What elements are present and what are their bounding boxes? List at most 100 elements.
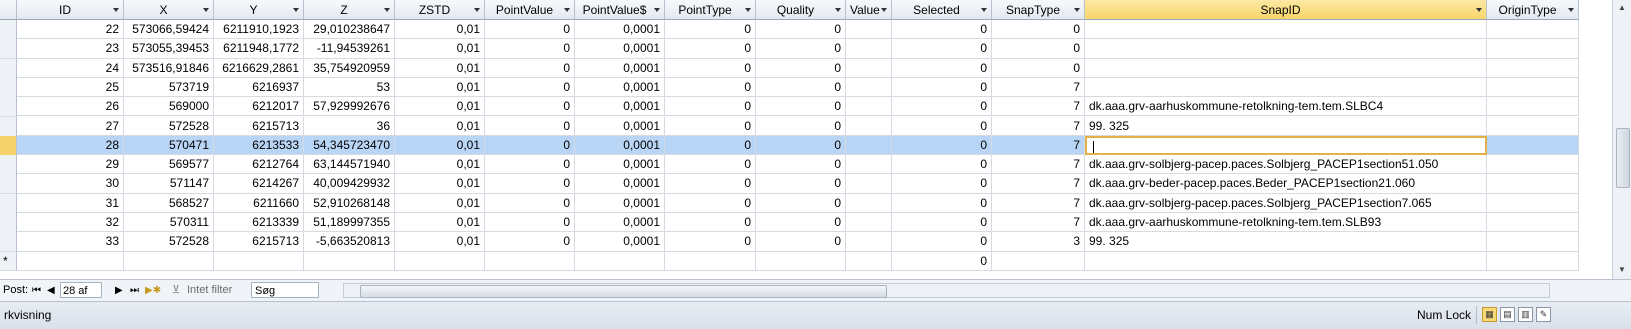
cell-x[interactable]: 573719 xyxy=(124,77,214,98)
new-cell-id[interactable] xyxy=(17,251,124,271)
cell-snaptype[interactable]: 7 xyxy=(992,116,1085,136)
cell-quality[interactable]: 0 xyxy=(756,58,846,78)
cell-x[interactable]: 573516,91846 xyxy=(124,58,214,78)
new-cell-quality[interactable] xyxy=(756,251,846,271)
datasheet-view-icon[interactable]: ▦ xyxy=(1482,307,1497,322)
row-selector[interactable] xyxy=(0,174,17,195)
cell-z[interactable]: 53 xyxy=(304,77,395,98)
cell-y[interactable]: 6211660 xyxy=(214,193,304,213)
cell-snaptype[interactable]: 7 xyxy=(992,174,1085,194)
cell-pointvalue[interactable]: 0,0001 xyxy=(575,232,665,252)
cell-y[interactable]: 6216937 xyxy=(214,77,304,98)
cell-x[interactable]: 571147 xyxy=(124,174,214,194)
cell-origintype[interactable] xyxy=(1487,39,1579,59)
column-dropdown-icon[interactable] xyxy=(1568,8,1574,12)
column-header-value[interactable]: Value xyxy=(846,0,892,20)
cell-value[interactable] xyxy=(846,116,892,136)
cell-quality[interactable]: 0 xyxy=(756,77,846,98)
cell-snaptype[interactable]: 0 xyxy=(992,39,1085,59)
cell-quality[interactable]: 0 xyxy=(756,39,846,59)
new-cell-pointvalue[interactable] xyxy=(485,251,575,271)
new-cell-x[interactable] xyxy=(124,251,214,271)
cell-value[interactable] xyxy=(846,174,892,194)
cell-selected[interactable]: 0 xyxy=(892,20,992,40)
new-cell-z[interactable] xyxy=(304,251,395,271)
cell-value[interactable] xyxy=(846,155,892,175)
pivottable-view-icon[interactable]: ▤ xyxy=(1500,307,1515,322)
cell-pointvalue[interactable]: 0 xyxy=(485,20,575,40)
cell-pointtype[interactable]: 0 xyxy=(665,97,756,117)
cell-pointtype[interactable]: 0 xyxy=(665,155,756,175)
column-dropdown-icon[interactable] xyxy=(981,8,987,12)
column-header-origintype[interactable]: OriginType xyxy=(1487,0,1579,20)
column-dropdown-icon[interactable] xyxy=(1476,8,1482,12)
cell-z[interactable]: 57,929992676 xyxy=(304,97,395,117)
cell-pointvalue[interactable]: 0 xyxy=(485,58,575,78)
table-row[interactable]: 24 573516,91846 6216629,2861 35,754920959 0,… xyxy=(0,58,1612,79)
cell-snapid[interactable]: 99. 325 xyxy=(1085,116,1487,136)
cell-x[interactable]: 570471 xyxy=(124,135,214,156)
cell-pointtype[interactable]: 0 xyxy=(665,58,756,78)
cell-pointvalue[interactable]: 0,0001 xyxy=(575,77,665,98)
cell-z[interactable]: 29,010238647 xyxy=(304,20,395,40)
cell-origintype[interactable] xyxy=(1487,232,1579,252)
column-dropdown-icon[interactable] xyxy=(203,8,209,12)
cell-snapid[interactable]: dk.aaa.grv-solbjerg-pacep.paces.Solbjerg… xyxy=(1085,193,1487,213)
cell-zstd[interactable]: 0,01 xyxy=(395,116,485,136)
horizontal-scroll-thumb[interactable] xyxy=(360,285,887,298)
pivotchart-view-icon[interactable]: ▥ xyxy=(1518,307,1533,322)
cell-selected[interactable]: 0 xyxy=(892,155,992,175)
cell-snapid[interactable] xyxy=(1085,135,1487,156)
cell-y[interactable]: 6212017 xyxy=(214,97,304,117)
new-record-row[interactable]: * 0 xyxy=(0,251,1612,271)
row-selector[interactable] xyxy=(0,193,17,214)
cell-y[interactable]: 6215713 xyxy=(214,232,304,252)
cell-pointvalue[interactable]: 0 xyxy=(485,116,575,136)
cell-quality[interactable]: 0 xyxy=(756,116,846,136)
cell-z[interactable]: 51,189997355 xyxy=(304,213,395,233)
row-selector[interactable] xyxy=(0,20,17,40)
cell-quality[interactable]: 0 xyxy=(756,232,846,252)
cell-snapid[interactable]: dk.aaa.grv-solbjerg-pacep.paces.Solbjerg… xyxy=(1085,155,1487,175)
table-row[interactable]: 31 568527 6211660 52,910268148 0,01 0 0,0001 0 0… xyxy=(0,193,1612,214)
cell-pointvalue[interactable]: 0,0001 xyxy=(575,155,665,175)
cell-z[interactable]: 36 xyxy=(304,116,395,136)
column-header-id[interactable]: ID xyxy=(17,0,124,20)
cell-pointtype[interactable]: 0 xyxy=(665,39,756,59)
cell-pointvalue[interactable]: 0 xyxy=(485,193,575,213)
cell-snaptype[interactable]: 7 xyxy=(992,77,1085,98)
cell-snapid[interactable] xyxy=(1085,20,1487,40)
cell-value[interactable] xyxy=(846,193,892,213)
cell-pointvalue[interactable]: 0 xyxy=(485,135,575,156)
column-dropdown-icon[interactable] xyxy=(474,8,480,12)
cell-selected[interactable]: 0 xyxy=(892,213,992,233)
table-row[interactable]: 30 571147 6214267 40,009429932 0,01 0 0,0001 0 0… xyxy=(0,174,1612,195)
cell-value[interactable] xyxy=(846,39,892,59)
cell-pointvalue[interactable]: 0,0001 xyxy=(575,174,665,194)
scroll-up-icon[interactable]: ▲ xyxy=(1613,0,1631,16)
cell-snapid[interactable]: 99. 325 xyxy=(1085,232,1487,252)
cell-id[interactable]: 29 xyxy=(17,155,124,175)
table-row[interactable]: 27 572528 6215713 36 0,01 0 0,0001 0 0 0 7 99. 325 xyxy=(0,116,1612,137)
cell-value[interactable] xyxy=(846,213,892,233)
cell-snaptype[interactable]: 3 xyxy=(992,232,1085,252)
cell-zstd[interactable]: 0,01 xyxy=(395,174,485,194)
cell-pointvalue[interactable]: 0 xyxy=(485,232,575,252)
column-header-quality[interactable]: Quality xyxy=(756,0,846,20)
cell-y[interactable]: 6211910,1923 xyxy=(214,20,304,40)
cell-origintype[interactable] xyxy=(1487,174,1579,194)
cell-snapid[interactable] xyxy=(1085,39,1487,59)
cell-pointvalue[interactable]: 0 xyxy=(485,174,575,194)
new-cell-y[interactable] xyxy=(214,251,304,271)
cell-x[interactable]: 572528 xyxy=(124,116,214,136)
cell-zstd[interactable]: 0,01 xyxy=(395,20,485,40)
row-selector[interactable] xyxy=(0,97,17,118)
table-row[interactable]: 22 573066,59424 6211910,1923 29,010238647 0,… xyxy=(0,20,1612,40)
cell-pointvalue[interactable]: 0,0001 xyxy=(575,116,665,136)
new-cell-snaptype[interactable] xyxy=(992,251,1085,271)
cell-snaptype[interactable]: 7 xyxy=(992,155,1085,175)
search-input[interactable]: Søg xyxy=(251,282,319,298)
row-selector[interactable] xyxy=(0,213,17,233)
column-header-zstd[interactable]: ZSTD xyxy=(395,0,485,20)
cell-pointtype[interactable]: 0 xyxy=(665,20,756,40)
